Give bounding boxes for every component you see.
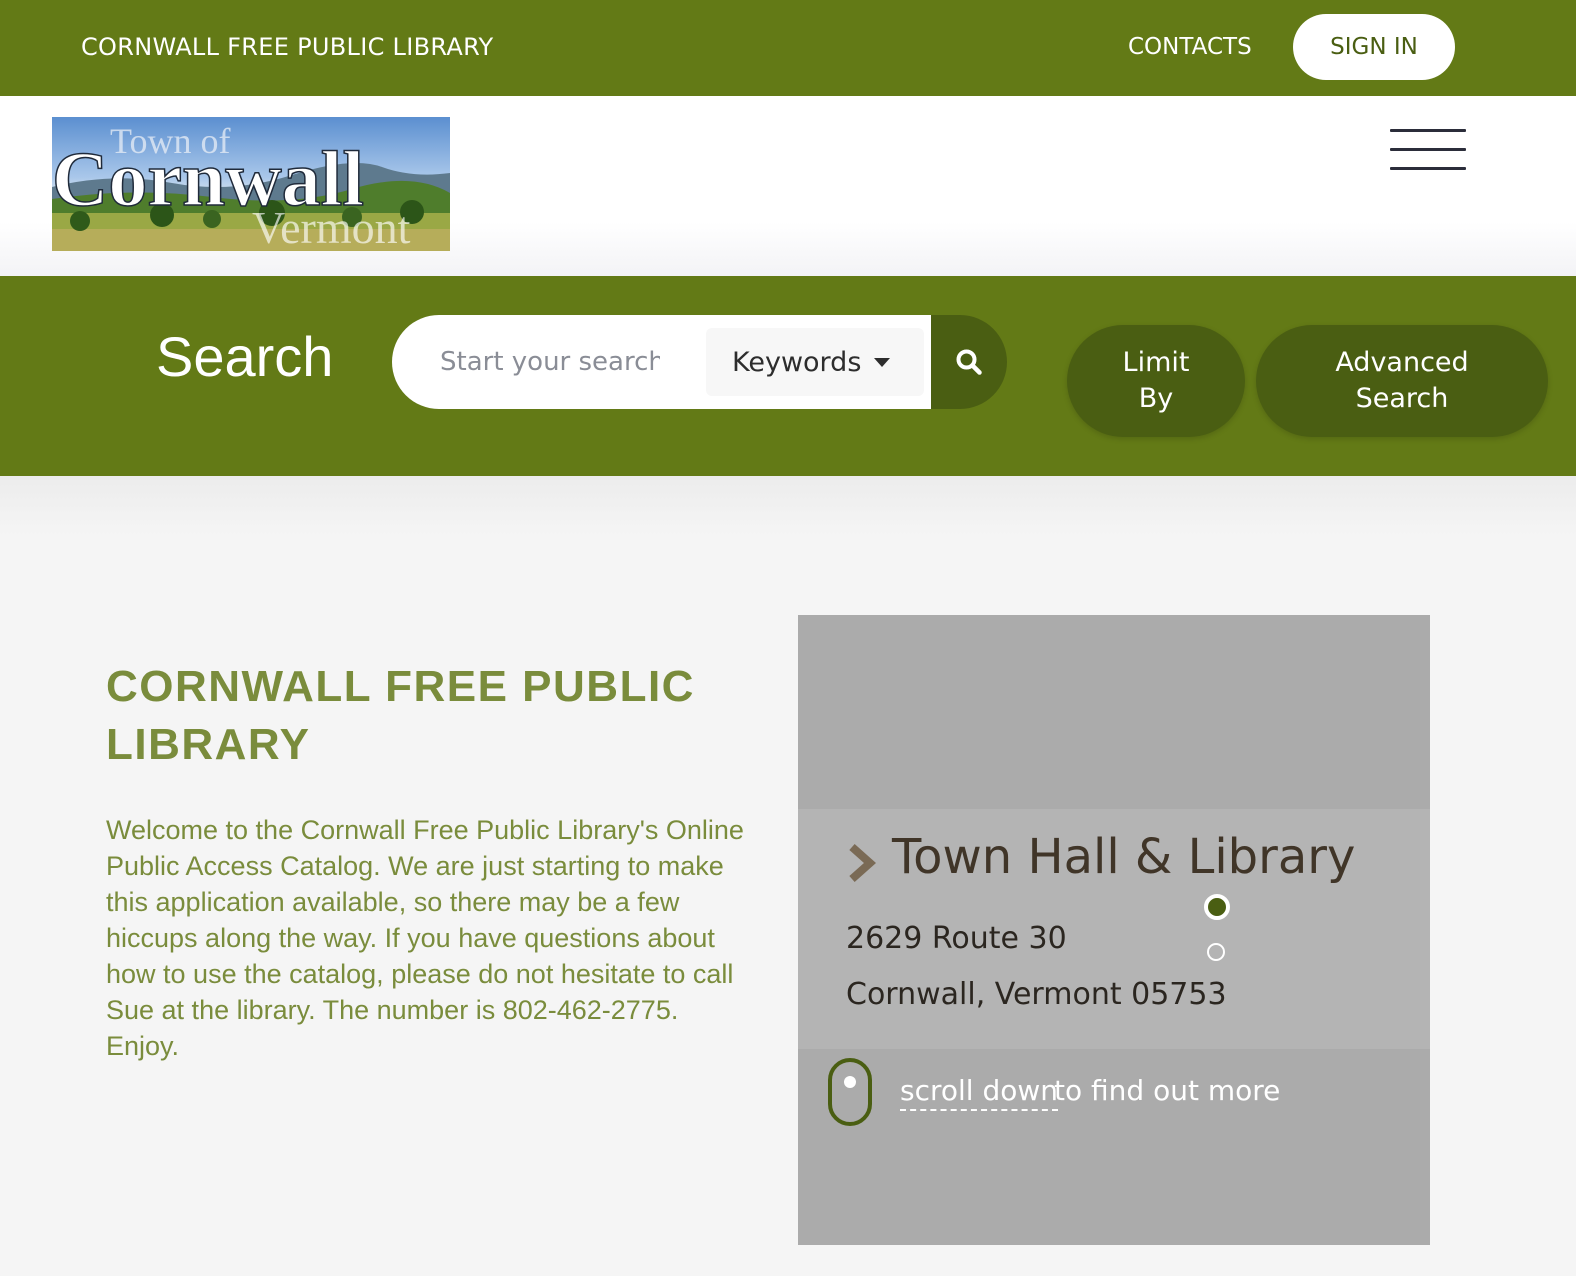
slider-dot-2[interactable] — [1207, 943, 1225, 961]
address-line2: Cornwall, Vermont 05753 — [846, 977, 1227, 1012]
logo-text-vermont: Vermont — [252, 202, 411, 251]
advanced-search-button[interactable]: Advanced Search — [1256, 325, 1548, 437]
limit-by-button[interactable]: Limit By — [1067, 325, 1245, 437]
limit-by-label-line2: By — [1138, 383, 1174, 414]
town-logo[interactable]: Town of Cornwall Vermont — [52, 117, 450, 251]
mouse-scroll-icon — [828, 1058, 872, 1126]
address-line1: 2629 Route 30 — [846, 921, 1067, 956]
search-type-label: Keywords — [732, 346, 862, 378]
scroll-hint-text: to find out more — [1054, 1074, 1281, 1107]
chevron-right-icon — [849, 844, 876, 882]
slide-heading: Town Hall & Library — [892, 829, 1356, 885]
search-type-select[interactable]: Keywords — [706, 328, 924, 396]
main-content: CORNWALL FREE PUBLIC LIBRARY Welcome to … — [0, 476, 1576, 1276]
welcome-title: CORNWALL FREE PUBLIC LIBRARY — [106, 662, 695, 769]
info-slider: Town Hall & Library 2629 Route 30 Cornwa… — [798, 615, 1430, 1245]
slider-dot-1[interactable] — [1204, 894, 1230, 920]
search-icon — [956, 349, 982, 375]
welcome-text: Welcome to the Cornwall Free Public Libr… — [106, 815, 744, 1061]
search-title: Search — [156, 325, 334, 388]
top-bar: CORNWALL FREE PUBLIC LIBRARY CONTACTS SI… — [0, 0, 1576, 96]
logo-image: Town of Cornwall Vermont — [52, 117, 450, 251]
contacts-link[interactable]: CONTACTS — [1128, 34, 1252, 60]
advanced-search-label-line2: Search — [1355, 383, 1449, 414]
search-field-wrapper: Keywords — [392, 315, 932, 409]
search-bar: Search Keywords Limit By Advanced Search — [0, 276, 1576, 476]
library-name[interactable]: CORNWALL FREE PUBLIC LIBRARY — [81, 33, 494, 61]
scroll-down-link[interactable]: scroll down — [900, 1073, 1059, 1111]
hamburger-menu-icon[interactable] — [1390, 129, 1466, 173]
advanced-search-label-line1: Advanced — [1335, 347, 1469, 378]
caret-down-icon — [874, 358, 890, 367]
search-button[interactable] — [931, 315, 1007, 409]
sign-in-button[interactable]: SIGN IN — [1293, 14, 1455, 80]
header: Town of Cornwall Vermont — [0, 96, 1576, 276]
limit-by-label-line1: Limit — [1122, 347, 1190, 378]
search-input[interactable] — [440, 337, 660, 387]
